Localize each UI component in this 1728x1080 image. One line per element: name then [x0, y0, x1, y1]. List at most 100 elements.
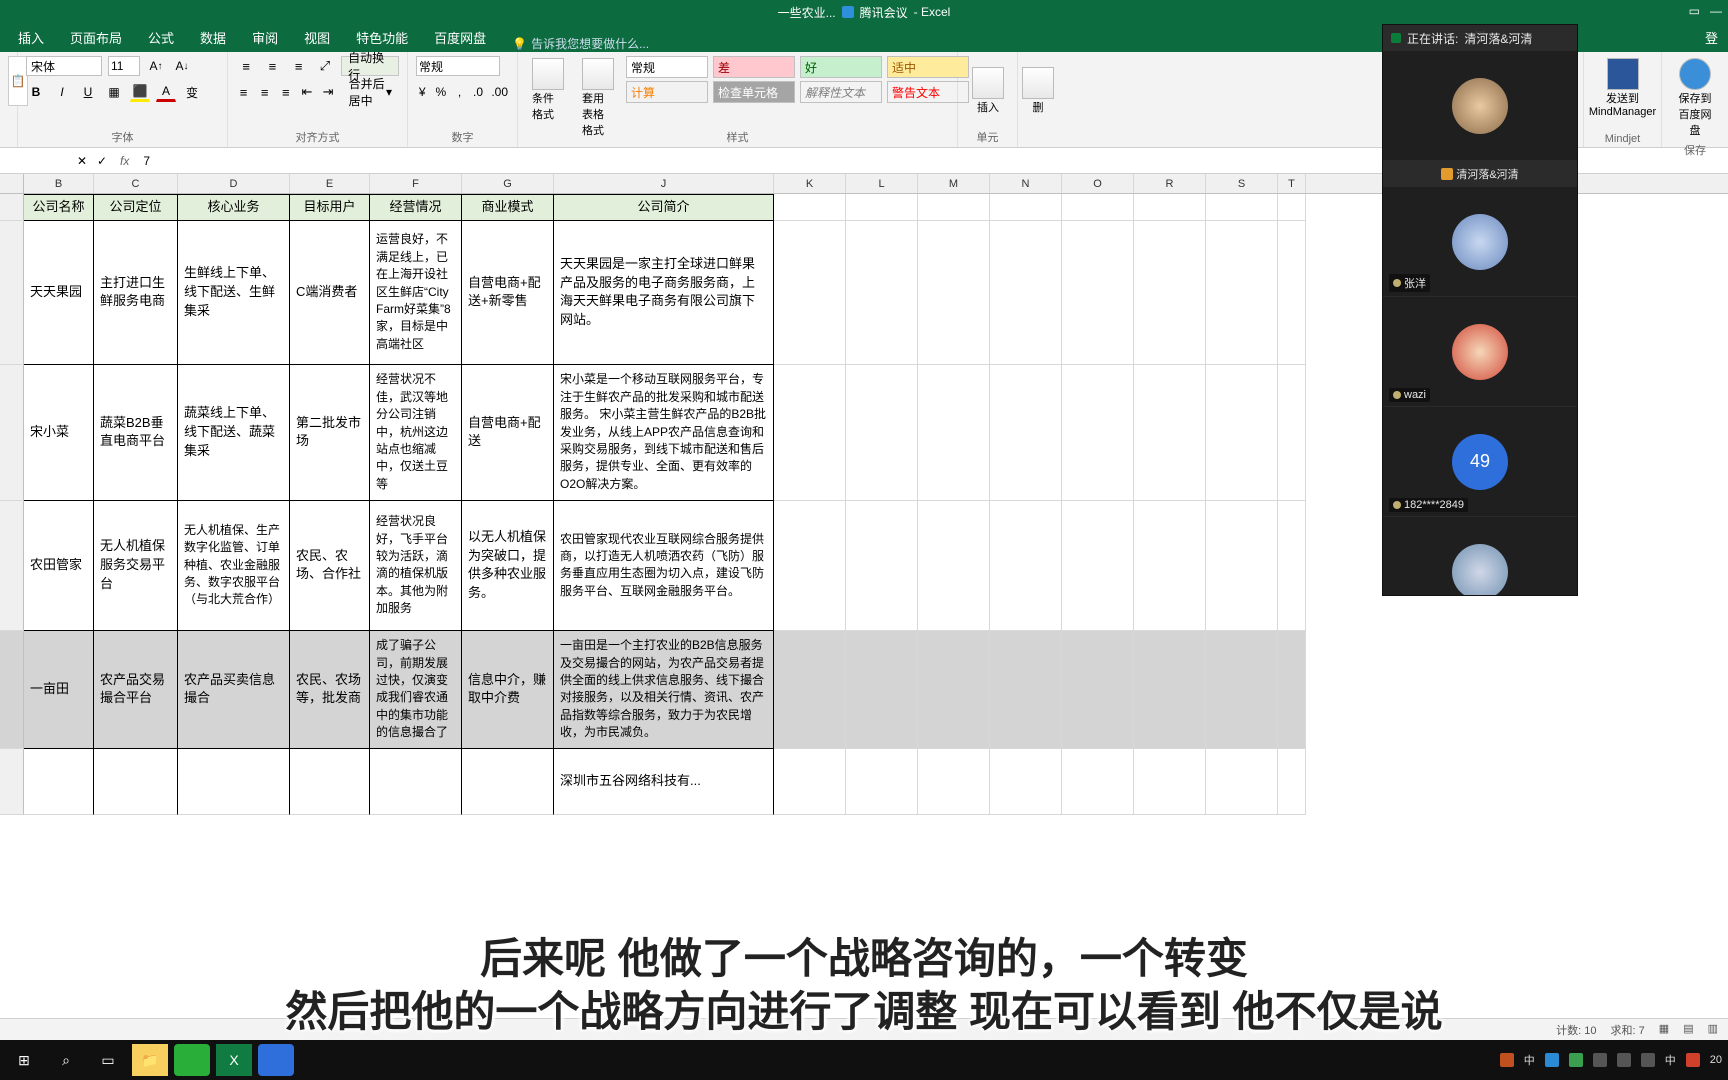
indent-inc-icon[interactable]: ⇥ [321, 83, 336, 101]
sogou-ime-icon[interactable] [1686, 1053, 1700, 1067]
participant-tile[interactable]: 张方 ⌄ [1383, 517, 1577, 595]
align-mid-icon[interactable]: ≡ [262, 57, 282, 75]
insert-cells-button[interactable]: 插入 [966, 65, 1010, 117]
dec-dec-icon[interactable]: .00 [490, 82, 509, 102]
style-check[interactable]: 检查单元格 [713, 81, 795, 103]
col-title[interactable]: 商业模式 [462, 194, 554, 221]
col-title[interactable]: 公司名称 [24, 194, 94, 221]
tray-icon[interactable] [1569, 1053, 1583, 1067]
col-header[interactable]: B [24, 174, 94, 193]
col-title[interactable]: 经营情况 [370, 194, 462, 221]
tray-icon[interactable] [1500, 1053, 1514, 1067]
number-format-select[interactable] [416, 56, 500, 76]
tencent-meeting-panel[interactable]: ⋯ 正在讲话: 清河落&河清 清河落&河清 张洋 wazi 49 182****… [1382, 24, 1578, 596]
decrease-font-icon[interactable]: A↓ [172, 56, 192, 76]
tab-data[interactable]: 数据 [188, 23, 238, 52]
tab-view[interactable]: 视图 [292, 23, 342, 52]
col-header[interactable]: N [990, 174, 1062, 193]
tab-review[interactable]: 审阅 [240, 23, 290, 52]
participant-tile[interactable]: 张洋 [1383, 187, 1577, 297]
ime-indicator[interactable]: 中 [1524, 1052, 1535, 1068]
col-header[interactable]: L [846, 174, 918, 193]
wrap-button[interactable]: 自动换行 [341, 56, 399, 76]
align-bot-icon[interactable]: ≡ [289, 57, 309, 75]
font-color-button[interactable]: A [156, 82, 176, 102]
sign-in[interactable]: 登 [1695, 23, 1728, 52]
col-header[interactable]: R [1134, 174, 1206, 193]
tray-icon[interactable] [1593, 1053, 1607, 1067]
search-icon[interactable]: ⌕ [48, 1044, 84, 1076]
increase-font-icon[interactable]: A↑ [146, 56, 166, 76]
mindmanager-button[interactable]: 发送到 MindManager [1592, 56, 1653, 120]
comma-icon[interactable]: , [453, 82, 466, 102]
font-name-select[interactable] [26, 56, 102, 76]
wechat-icon[interactable] [174, 1044, 210, 1076]
currency-icon[interactable]: ¥ [416, 82, 429, 102]
col-header[interactable]: S [1206, 174, 1278, 193]
cancel-icon[interactable]: ✕ [72, 151, 92, 171]
style-bad[interactable]: 差 [713, 56, 795, 78]
style-good[interactable]: 好 [800, 56, 882, 78]
volume-icon[interactable] [1617, 1053, 1631, 1067]
explorer-icon[interactable]: 📁 [132, 1044, 168, 1076]
align-right-icon[interactable]: ≡ [278, 83, 293, 101]
minimize-icon[interactable]: — [1710, 4, 1722, 18]
col-title[interactable]: 核心业务 [178, 194, 290, 221]
indent-dec-icon[interactable]: ⇤ [299, 83, 314, 101]
pinyin-button[interactable]: 变 [182, 82, 202, 102]
participant-tile[interactable] [1383, 51, 1577, 161]
merge-button[interactable]: 合并后居中▾ [342, 82, 399, 102]
tab-formula[interactable]: 公式 [136, 23, 186, 52]
tell-me-input[interactable]: 💡 告诉我您想要做什么... [512, 35, 649, 52]
baidu-save-button[interactable]: 保存到 百度网盘 [1670, 56, 1720, 140]
col-header[interactable]: J [554, 174, 774, 193]
col-header[interactable]: K [774, 174, 846, 193]
col-title[interactable]: 目标用户 [290, 194, 370, 221]
percent-icon[interactable]: % [435, 82, 448, 102]
drag-handle-icon[interactable]: ⋯ [1475, 27, 1485, 38]
ribbon-collapse-icon[interactable]: ▭ [1689, 4, 1700, 18]
tray-icon[interactable] [1545, 1053, 1559, 1067]
col-header[interactable]: D [178, 174, 290, 193]
fx-icon[interactable]: fx [112, 154, 137, 168]
col-header[interactable]: T [1278, 174, 1306, 193]
task-view-icon[interactable]: ▭ [90, 1044, 126, 1076]
col-title[interactable]: 公司定位 [94, 194, 178, 221]
col-header[interactable]: M [918, 174, 990, 193]
style-warn[interactable]: 警告文本 [887, 81, 969, 103]
style-neutral[interactable]: 适中 [887, 56, 969, 78]
align-center-icon[interactable]: ≡ [257, 83, 272, 101]
col-header[interactable]: G [462, 174, 554, 193]
col-header[interactable]: E [290, 174, 370, 193]
participant-tile[interactable]: 49 182****2849 [1383, 407, 1577, 517]
view-normal-icon[interactable]: ▦ [1659, 1022, 1669, 1038]
clock[interactable]: 20 [1710, 1054, 1722, 1066]
border-button[interactable]: ▦ [104, 82, 124, 102]
start-button[interactable]: ⊞ [6, 1044, 42, 1076]
inc-dec-icon[interactable]: .0 [472, 82, 485, 102]
fill-color-button[interactable]: ⬛ [130, 82, 150, 102]
network-icon[interactable] [1641, 1053, 1655, 1067]
tab-special[interactable]: 特色功能 [344, 23, 420, 52]
view-pagebreak-icon[interactable]: ▥ [1708, 1022, 1718, 1038]
style-normal[interactable]: 常规 [626, 56, 708, 78]
view-pagelayout-icon[interactable]: ▤ [1683, 1022, 1693, 1038]
participant-tile[interactable]: wazi [1383, 297, 1577, 407]
font-size-select[interactable] [108, 56, 140, 76]
align-top-icon[interactable]: ≡ [236, 57, 256, 75]
tencent-meeting-taskbar-icon[interactable] [258, 1044, 294, 1076]
tab-baidu[interactable]: 百度网盘 [422, 23, 498, 52]
col-header[interactable]: O [1062, 174, 1134, 193]
select-all-corner[interactable] [0, 174, 24, 193]
col-title[interactable]: 公司简介 [554, 194, 774, 221]
col-header[interactable]: C [94, 174, 178, 193]
excel-taskbar-icon[interactable]: X [216, 1044, 252, 1076]
bold-button[interactable]: B [26, 82, 46, 102]
participant-tile[interactable]: 清河落&河清 [1383, 161, 1577, 187]
italic-button[interactable]: I [52, 82, 72, 102]
ime-indicator[interactable]: 中 [1665, 1052, 1676, 1068]
underline-button[interactable]: U [78, 82, 98, 102]
col-header[interactable]: F [370, 174, 462, 193]
orient-icon[interactable]: ⤢ [315, 57, 335, 75]
tab-layout[interactable]: 页面布局 [58, 23, 134, 52]
